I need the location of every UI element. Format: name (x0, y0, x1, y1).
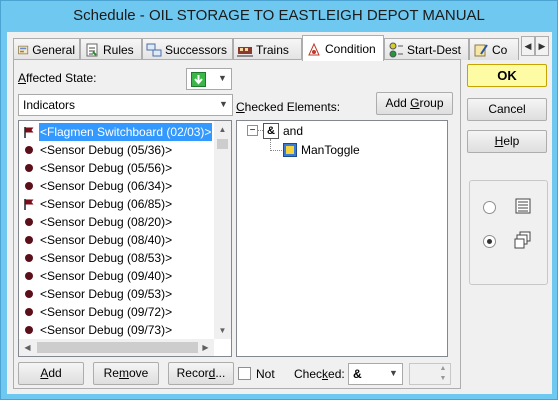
scroll-left-icon[interactable]: ◀ (19, 339, 36, 356)
scroll-up-icon[interactable]: ▲ (214, 121, 231, 138)
tree-connector (270, 150, 282, 151)
tree-child-label[interactable]: ManToggle (301, 143, 360, 157)
list-item-label: <Sensor Debug (08/53)> (40, 251, 173, 265)
chevron-down-icon: ▼ (218, 73, 227, 83)
tab-label: General (32, 42, 75, 57)
checked-elements-tree[interactable]: − & and ManToggle (236, 120, 448, 357)
affected-state-combo[interactable]: ▼ (186, 68, 232, 90)
remove-button[interactable]: Remove (93, 362, 159, 385)
tab-condition[interactable]: Condition (302, 35, 384, 61)
dot-icon (25, 146, 33, 154)
scroll-down-icon[interactable]: ▼ (214, 322, 231, 339)
tab-scroll-left-icon[interactable]: ◀ (521, 36, 535, 56)
start-dest-icon (389, 42, 403, 57)
tab-scroll-right-icon[interactable]: ▶ (535, 36, 549, 56)
comments-icon (474, 43, 488, 56)
tab-label: Rules (103, 42, 134, 57)
condition-page: Affected State: ▼ Indicators ▼ Checked E… (13, 59, 461, 389)
indicator-list[interactable]: <Flagmen Switchboard (02/03)> <Sensor Deb… (18, 120, 232, 357)
dot-icon (25, 326, 33, 334)
dot-icon (25, 164, 33, 172)
dot-icon (25, 308, 33, 316)
tab-label: Start-Dest (407, 42, 462, 57)
flag-icon (24, 127, 34, 138)
view-options-group (469, 180, 548, 285)
affected-state-label: Affected State: (18, 71, 97, 85)
trains-icon (237, 46, 253, 56)
checked-count-spinner[interactable]: ▲ ▼ (409, 363, 451, 385)
dot-icon (25, 182, 33, 190)
dot-icon (25, 254, 33, 262)
cancel-button[interactable]: Cancel (467, 98, 547, 121)
chevron-down-icon: ▼ (389, 368, 398, 378)
tab-start-dest[interactable]: Start-Dest (384, 38, 469, 60)
spin-down-icon[interactable]: ▼ (436, 374, 450, 384)
tab-rules[interactable]: Rules (80, 38, 142, 60)
dialog-client: General Rules Successors Trains Conditio… (7, 32, 552, 394)
tab-strip: General Rules Successors Trains Conditio… (13, 34, 519, 61)
successors-icon (146, 43, 162, 56)
not-checkbox[interactable] (238, 367, 251, 380)
list-item-label: <Sensor Debug (06/85)> (40, 197, 173, 211)
list-item-label: <Flagmen Switchboard (02/03)> (39, 123, 213, 141)
list-view-radio[interactable] (483, 201, 496, 214)
cascade-view-radio[interactable] (483, 235, 496, 248)
flag-icon (24, 199, 34, 210)
list-item-label: <Sensor Debug (08/40)> (40, 233, 173, 247)
help-button[interactable]: Help (467, 130, 547, 153)
tab-label: Co (492, 42, 508, 57)
tab-label: Successors (165, 42, 228, 57)
add-button[interactable]: Add (18, 362, 84, 385)
list-item-label: <Sensor Debug (09/73)> (40, 323, 173, 337)
checked-operator-combo[interactable]: & ▼ (348, 363, 403, 385)
tab-label: Trains (256, 42, 289, 57)
collapse-icon[interactable]: − (247, 125, 258, 136)
dot-icon (25, 218, 33, 226)
checked-label: Checked: (294, 367, 345, 381)
tab-comments[interactable]: Co (469, 38, 519, 60)
list-item-label: <Sensor Debug (05/56)> (40, 161, 173, 175)
window-title: Schedule - OIL STORAGE TO EASTLEIGH DEPO… (73, 7, 485, 24)
and-operator-icon: & (263, 123, 279, 139)
condition-icon (308, 42, 320, 55)
list-item-label: <Sensor Debug (05/36)> (40, 143, 173, 157)
list-item-label: <Sensor Debug (09/72)> (40, 305, 173, 319)
list-item-label: <Sensor Debug (08/20)> (40, 215, 173, 229)
tab-successors[interactable]: Successors (142, 38, 233, 60)
tab-scroll-buttons: ◀ ▶ (521, 36, 549, 56)
tab-trains[interactable]: Trains (233, 38, 302, 60)
toggle-icon (283, 143, 297, 157)
tab-general[interactable]: General (13, 38, 80, 60)
scroll-thumb[interactable] (217, 139, 228, 149)
schedule-window: Schedule - OIL STORAGE TO EASTLEIGH DEPO… (0, 0, 558, 400)
record-button[interactable]: Record... (168, 362, 234, 385)
add-group-button[interactable]: Add Group (376, 92, 453, 115)
dot-icon (25, 290, 33, 298)
general-icon (18, 45, 29, 54)
list-item-label: <Sensor Debug (09/40)> (40, 269, 173, 283)
chevron-down-icon: ▼ (219, 99, 228, 109)
list-item-label: <Sensor Debug (06/34)> (40, 179, 173, 193)
rules-icon (86, 43, 98, 56)
ok-button[interactable]: OK (467, 64, 547, 87)
dot-icon (25, 272, 33, 280)
list-item-label: <Sensor Debug (09/53)> (40, 287, 173, 301)
list-vertical-scrollbar[interactable]: ▲ ▼ (214, 121, 231, 339)
tab-label: Condition (325, 41, 376, 56)
scroll-thumb[interactable] (37, 342, 198, 353)
green-down-arrow-icon (191, 72, 206, 87)
category-combo[interactable]: Indicators ▼ (18, 94, 233, 116)
spin-up-icon[interactable]: ▲ (436, 364, 450, 374)
not-label: Not (256, 367, 275, 381)
scroll-right-icon[interactable]: ▶ (197, 339, 214, 356)
dot-icon (25, 236, 33, 244)
list-view-icon (515, 198, 531, 214)
checked-elements-label: Checked Elements: (236, 100, 341, 114)
list-horizontal-scrollbar[interactable]: ◀ ▶ (19, 339, 214, 356)
cascade-view-icon (514, 231, 531, 249)
tree-root-label[interactable]: and (283, 124, 303, 138)
